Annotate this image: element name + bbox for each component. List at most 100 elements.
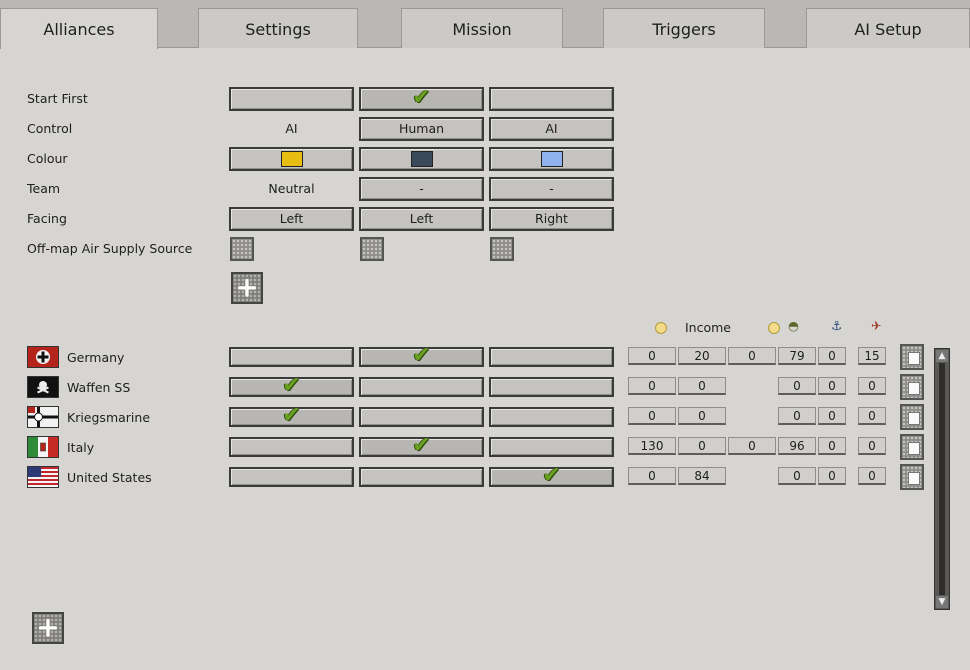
nation-name: Kriegsmarine bbox=[67, 410, 151, 425]
resource-value[interactable]: 0 bbox=[628, 377, 676, 395]
nation-alliance-button[interactable] bbox=[229, 347, 354, 367]
scroll-up-arrow-icon[interactable]: ▲ bbox=[936, 350, 948, 362]
facing-button-3[interactable]: Right bbox=[489, 207, 614, 231]
tab-settings[interactable]: Settings bbox=[198, 8, 358, 48]
colour-label: Colour bbox=[27, 151, 68, 166]
start-first-button-1[interactable] bbox=[229, 87, 354, 111]
air-supply-toggle-3[interactable] bbox=[490, 237, 514, 261]
resource-value[interactable]: 0 bbox=[858, 437, 886, 455]
control-1: AI bbox=[285, 121, 298, 136]
nation-alliance-button[interactable] bbox=[229, 467, 354, 487]
air-supply-toggle-1[interactable] bbox=[230, 237, 254, 261]
nation-select-checkbox[interactable] bbox=[900, 374, 924, 400]
germany-flag-icon bbox=[27, 346, 59, 368]
helmet-icon: ◓ bbox=[788, 318, 799, 333]
checkbox-box bbox=[908, 412, 920, 425]
resource-value[interactable]: 0 bbox=[728, 437, 776, 455]
air-supply-label: Off-map Air Supply Source bbox=[27, 241, 193, 256]
plus-icon: + bbox=[36, 610, 60, 644]
resource-value[interactable]: 0 bbox=[858, 467, 886, 485]
nation-alliance-button[interactable] bbox=[359, 377, 484, 397]
resource-value[interactable]: 79 bbox=[778, 347, 816, 365]
add-nation-button[interactable]: + bbox=[32, 612, 64, 644]
nations-scrollbar[interactable]: ▲ ▼ bbox=[934, 348, 950, 610]
add-alliance-button[interactable]: + bbox=[231, 272, 263, 304]
checkmark-icon: ✔ bbox=[412, 84, 431, 110]
checkbox-box bbox=[908, 442, 920, 455]
italy-flag-icon bbox=[27, 436, 59, 458]
nation-alliance-button[interactable] bbox=[489, 437, 614, 457]
resource-value[interactable]: 0 bbox=[778, 467, 816, 485]
nation-select-checkbox[interactable] bbox=[900, 404, 924, 430]
nation-alliance-button[interactable]: ✔ bbox=[359, 342, 484, 368]
checkmark-icon: ✔ bbox=[542, 462, 561, 488]
control-2[interactable]: Human bbox=[359, 117, 484, 141]
anchor-icon: ⚓ bbox=[831, 318, 843, 333]
resource-value[interactable]: 0 bbox=[628, 407, 676, 425]
tab-mission[interactable]: Mission bbox=[401, 8, 563, 48]
usa-flag-icon bbox=[27, 466, 59, 488]
tab-triggers[interactable]: Triggers bbox=[603, 8, 765, 48]
resource-value[interactable]: 0 bbox=[858, 407, 886, 425]
nation-alliance-button[interactable] bbox=[489, 377, 614, 397]
colour-button-1[interactable] bbox=[229, 147, 354, 171]
facing-button-2[interactable]: Left bbox=[359, 207, 484, 231]
start-first-button-3[interactable] bbox=[489, 87, 614, 111]
scroll-down-arrow-icon[interactable]: ▼ bbox=[936, 596, 948, 608]
resource-value[interactable]: 130 bbox=[628, 437, 676, 455]
resource-value[interactable]: 20 bbox=[678, 347, 726, 365]
resource-value[interactable]: 0 bbox=[728, 347, 776, 365]
nation-select-checkbox[interactable] bbox=[900, 464, 924, 490]
resource-value[interactable]: 0 bbox=[678, 407, 726, 425]
nation-alliance-button[interactable] bbox=[489, 407, 614, 427]
resource-value[interactable]: 0 bbox=[678, 377, 726, 395]
nation-select-checkbox[interactable] bbox=[900, 344, 924, 370]
colour-button-2[interactable] bbox=[359, 147, 484, 171]
resource-value[interactable]: 0 bbox=[858, 377, 886, 395]
nation-select-checkbox[interactable] bbox=[900, 434, 924, 460]
nation-alliance-button[interactable] bbox=[229, 437, 354, 457]
kriegsmarine-flag-icon bbox=[27, 406, 59, 428]
resource-value[interactable]: 96 bbox=[778, 437, 816, 455]
nation-alliance-button[interactable]: ✔ bbox=[229, 372, 354, 398]
nation-alliance-button[interactable] bbox=[359, 407, 484, 427]
nation-alliance-button[interactable]: ✔ bbox=[489, 462, 614, 488]
start-first-label: Start First bbox=[27, 91, 88, 106]
resource-value[interactable]: 0 bbox=[818, 347, 846, 365]
resource-value[interactable]: 0 bbox=[818, 437, 846, 455]
resource-value[interactable]: 0 bbox=[628, 347, 676, 365]
tab-ai-setup[interactable]: AI Setup bbox=[806, 8, 970, 48]
colour-swatch bbox=[540, 150, 563, 167]
resource-value[interactable]: 0 bbox=[778, 407, 816, 425]
control-label: Control bbox=[27, 121, 73, 136]
plus-icon: + bbox=[235, 270, 259, 304]
control-3[interactable]: AI bbox=[489, 117, 614, 141]
resource-value[interactable]: 0 bbox=[818, 467, 846, 485]
checkbox-box bbox=[908, 352, 920, 365]
scroll-track bbox=[939, 363, 945, 595]
resource-value[interactable]: 0 bbox=[818, 407, 846, 425]
team-2[interactable]: - bbox=[359, 177, 484, 201]
nation-alliance-button[interactable]: ✔ bbox=[359, 434, 484, 457]
colour-button-3[interactable] bbox=[489, 147, 614, 171]
plane-icon: ✈ bbox=[871, 318, 882, 333]
air-supply-toggle-2[interactable] bbox=[360, 237, 384, 261]
nation-alliance-button[interactable]: ✔ bbox=[229, 404, 354, 427]
nation-alliance-button[interactable] bbox=[489, 347, 614, 367]
income-header: Income bbox=[685, 320, 731, 335]
facing-button-1[interactable]: Left bbox=[229, 207, 354, 231]
resource-value[interactable]: 0 bbox=[628, 467, 676, 485]
resource-value[interactable]: 0 bbox=[778, 377, 816, 395]
checkmark-icon: ✔ bbox=[282, 372, 301, 398]
start-first-button-2[interactable]: ✔ bbox=[359, 84, 484, 111]
resource-value[interactable]: 0 bbox=[678, 437, 726, 455]
resource-value[interactable]: 0 bbox=[818, 377, 846, 395]
tab-alliances[interactable]: Alliances bbox=[0, 8, 158, 49]
income-coin-icon bbox=[768, 322, 780, 334]
team-3[interactable]: - bbox=[489, 177, 614, 201]
nation-alliance-button[interactable] bbox=[359, 467, 484, 487]
resource-value[interactable]: 15 bbox=[858, 347, 886, 365]
nation-name: Germany bbox=[67, 350, 125, 365]
checkmark-icon: ✔ bbox=[412, 342, 431, 368]
resource-value[interactable]: 84 bbox=[678, 467, 726, 485]
